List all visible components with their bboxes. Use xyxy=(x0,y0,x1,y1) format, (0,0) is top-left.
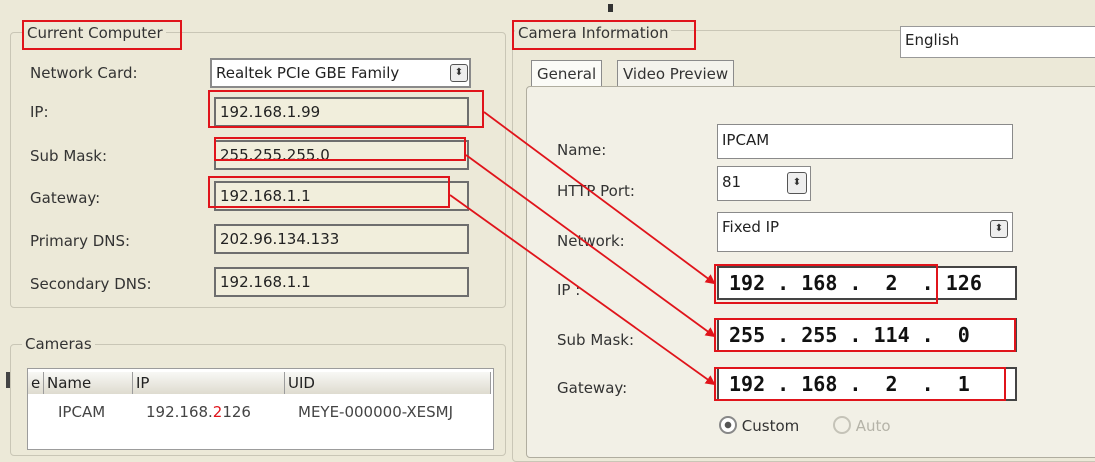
arrow-submask xyxy=(465,154,716,338)
arrow-ip xyxy=(483,111,716,285)
annotation-arrows xyxy=(449,111,716,386)
arrow-gateway xyxy=(449,194,716,386)
